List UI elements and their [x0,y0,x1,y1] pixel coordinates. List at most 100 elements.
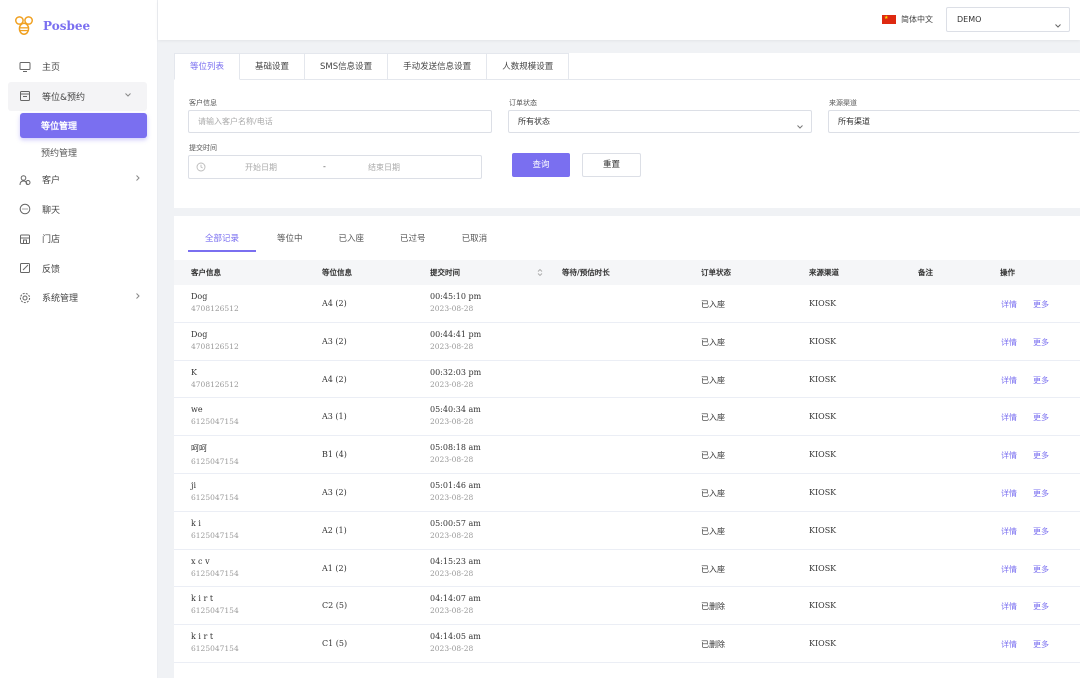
submit-time-cell: 05:00:57 am 2023-08-28 [430,519,481,540]
tab-sms-settings[interactable]: SMS信息设置 [305,53,389,80]
more-link[interactable]: 更多 [1033,337,1049,348]
end-date-input[interactable]: 结束日期 [368,162,400,173]
monitor-icon [19,61,31,73]
order-status-cell: 已入座 [701,337,725,347]
table-row: we 6125047154 A3 (1) 05:40:34 am 2023-08-28 已… [174,398,1080,437]
customer-search-input[interactable]: 请输入客户名称/电话 [188,110,492,133]
detail-link[interactable]: 详情 [1001,564,1017,575]
submit-time-cell: 05:40:34 am 2023-08-28 [430,405,481,426]
detail-link[interactable]: 详情 [1001,375,1017,386]
detail-link[interactable]: 详情 [1001,601,1017,612]
submit-time: 05:08:18 am [430,443,481,453]
more-link[interactable]: 更多 [1033,601,1049,612]
channel-select-value: 所有渠道 [838,117,870,126]
tab-seated[interactable]: 已入座 [324,230,380,252]
detail-link[interactable]: 详情 [1001,412,1017,423]
sidebar: Posbee 主页 等位&预约 等位管理 预约管理 客户 聊天 门店 反馈 系统… [0,0,158,678]
start-date-input[interactable]: 开始日期 [245,162,277,173]
customer-cell: 呵呵 6125047154 [191,443,239,466]
reset-button[interactable]: 重置 [582,153,641,177]
channel-cell: KIOSK [809,488,837,497]
submit-date: 2023-08-28 [430,455,474,465]
tab-party-size[interactable]: 人数规模设置 [487,53,570,80]
submit-time-cell: 05:08:18 am 2023-08-28 [430,443,481,464]
chevron-down-icon [124,91,132,99]
sidebar-item-feedback[interactable]: 反馈 [0,254,157,284]
submit-date: 2023-08-28 [430,568,474,578]
sidebar-item-label: 系统管理 [42,294,79,305]
sidebar-item-chat[interactable]: 聊天 [0,195,157,225]
customer-name: k i [191,518,201,528]
order-status-cell: 已入座 [701,564,725,574]
tab-waitlist[interactable]: 等位列表 [174,53,241,80]
sidebar-item-waitlist[interactable]: 等位&预约 [8,81,147,111]
customer-name: Dog [191,329,208,339]
tab-manual-message[interactable]: 手动发送信息设置 [388,53,488,80]
col-order-status: 订单状态 [701,268,731,277]
sidebar-item-label: 等位&预约 [42,92,86,103]
submit-date: 2023-08-28 [430,493,474,502]
submit-time: 04:14:07 am [430,594,481,604]
tab-missed[interactable]: 已过号 [385,230,441,252]
customer-name: Dog [191,292,208,301]
col-submit-time[interactable]: 提交时间 [430,260,460,285]
table-row: Dog 4708126512 A3 (2) 00:44:41 pm 2023-08-28… [174,323,1080,361]
submit-date: 2023-08-28 [430,606,474,616]
tab-cancelled[interactable]: 已取消 [447,230,503,252]
sidebar-item-customers[interactable]: 客户 [0,165,157,195]
detail-link[interactable]: 详情 [1001,526,1017,537]
submit-date: 2023-08-28 [430,530,474,540]
language-switcher[interactable]: 简体中文 [882,14,933,25]
sidebar-item-system[interactable]: 系统管理 [0,283,157,313]
more-link[interactable]: 更多 [1033,412,1049,423]
table-row: 呵呵 6125047154 B1 (4) 05:08:18 am 2023-08-28 已… [174,436,1080,474]
more-link[interactable]: 更多 [1033,564,1049,575]
clock-icon [196,162,206,172]
sidebar-subitem-waitlist-manage[interactable]: 等位管理 [20,113,147,138]
sidebar-item-store[interactable]: 门店 [0,224,157,254]
sidebar-item-home[interactable]: 主页 [0,52,157,82]
status-tabs: 全部记录 等位中 已入座 已过号 已取消 [188,230,508,252]
more-link[interactable]: 更多 [1033,526,1049,537]
detail-link[interactable]: 详情 [1001,488,1017,499]
tab-waiting[interactable]: 等位中 [262,230,318,252]
more-link[interactable]: 更多 [1033,639,1049,650]
channel-select[interactable]: 所有渠道 [828,110,1080,133]
logo[interactable]: Posbee [0,0,157,52]
queue-cell: A3 (2) [322,336,347,346]
submit-time-cell: 04:14:07 am 2023-08-28 [430,594,481,615]
table-row: k i 6125047154 A2 (1) 05:00:57 am 2023-08-28… [174,512,1080,550]
settings-icon [19,292,31,304]
date-range-picker[interactable]: 开始日期 - 结束日期 [188,155,482,179]
detail-link[interactable]: 详情 [1001,450,1017,461]
sidebar-subitem-reservation-manage[interactable]: 预约管理 [0,140,157,165]
customer-cell: Dog 4708126512 [191,292,239,313]
tab-all-records[interactable]: 全部记录 [188,230,257,252]
more-link[interactable]: 更多 [1033,450,1049,461]
order-status-cell: 已删除 [701,640,725,650]
customer-phone: 6125047154 [191,457,239,467]
more-link[interactable]: 更多 [1033,299,1049,310]
more-link[interactable]: 更多 [1033,375,1049,386]
sort-icon[interactable] [536,268,544,277]
table-row: x c v 6125047154 A1 (2) 04:15:23 am 2023-08-… [174,550,1080,588]
customer-phone: 6125047154 [191,606,239,616]
customer-name: x c v [191,556,210,566]
queue-cell: C2 (5) [322,601,348,611]
status-select[interactable]: 所有状态 [508,110,812,133]
customer-cell: we 6125047154 [191,405,239,426]
submit-time: 00:45:10 pm [430,292,482,301]
tab-basic-settings[interactable]: 基础设置 [240,53,306,80]
more-link[interactable]: 更多 [1033,488,1049,499]
order-status-cell: 已入座 [701,413,725,423]
search-button[interactable]: 查询 [512,153,570,177]
store-select[interactable]: DEMO [946,7,1070,32]
header: 简体中文 DEMO [158,0,1080,40]
channel-cell: KIOSK [809,450,837,460]
submit-time: 05:40:34 am [430,405,481,415]
detail-link[interactable]: 详情 [1001,337,1017,348]
customer-phone: 6125047154 [191,493,239,502]
detail-link[interactable]: 详情 [1001,639,1017,650]
detail-link[interactable]: 详情 [1001,299,1017,310]
channel-cell: KIOSK [809,639,837,649]
